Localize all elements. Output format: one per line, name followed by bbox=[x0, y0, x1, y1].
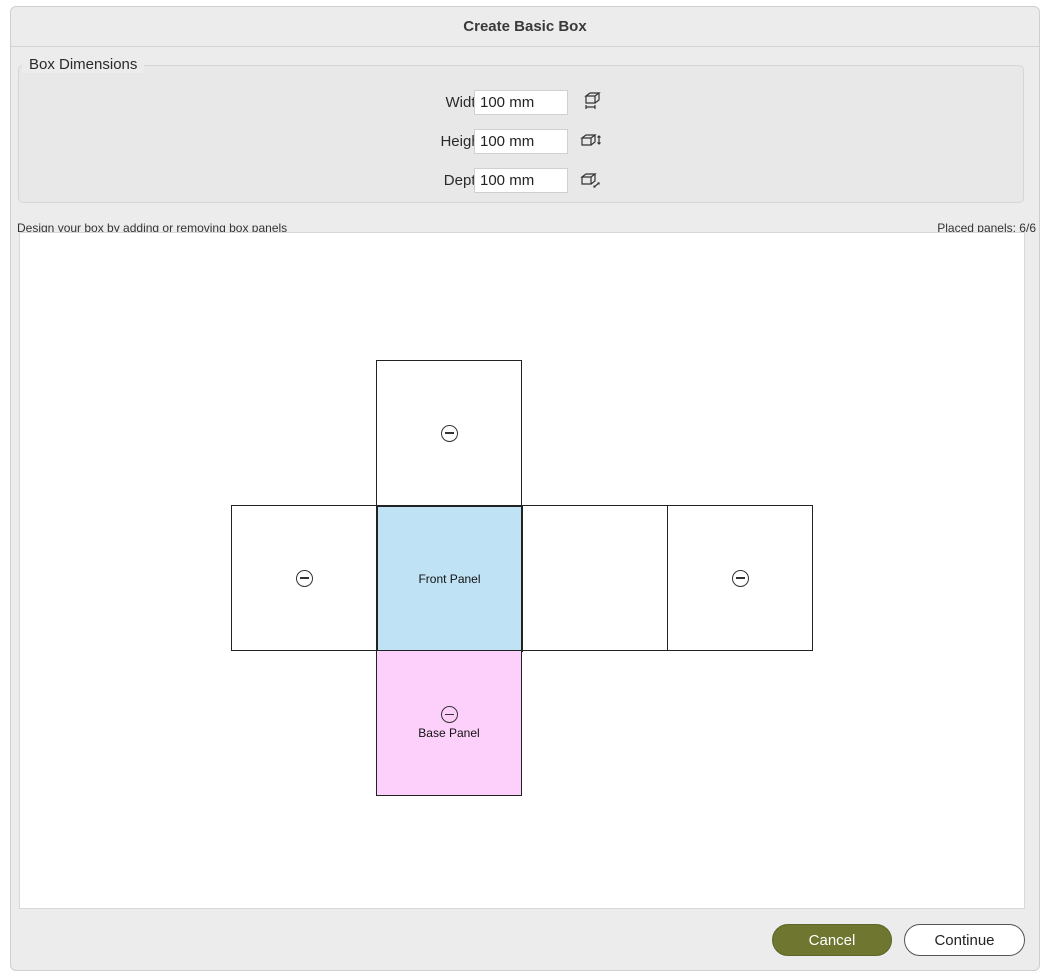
top-panel[interactable] bbox=[376, 360, 522, 506]
remove-panel-icon[interactable] bbox=[440, 706, 458, 723]
remove-panel-icon[interactable] bbox=[731, 569, 749, 587]
front-panel[interactable]: Front Panel bbox=[376, 505, 523, 652]
box-depth-icon[interactable] bbox=[580, 170, 602, 190]
box-width-icon[interactable] bbox=[580, 92, 602, 112]
width-row: Width: bbox=[0, 89, 1050, 115]
box-design-canvas[interactable]: Front Panel Base Panel bbox=[19, 232, 1025, 909]
continue-button[interactable]: Continue bbox=[904, 924, 1025, 956]
width-input[interactable] bbox=[474, 89, 568, 115]
dialog-title: Create Basic Box bbox=[463, 18, 587, 35]
width-label: Width: bbox=[445, 93, 488, 111]
front-panel-label: Front Panel bbox=[418, 571, 481, 586]
title-bar: Create Basic Box bbox=[11, 7, 1039, 47]
depth-row: Depth: bbox=[0, 167, 1050, 193]
height-label: Height: bbox=[440, 132, 488, 150]
right-panel[interactable] bbox=[522, 505, 668, 651]
remove-panel-icon[interactable] bbox=[440, 424, 458, 442]
remove-panel-icon[interactable] bbox=[295, 569, 313, 587]
left-panel[interactable] bbox=[231, 505, 377, 651]
height-input[interactable] bbox=[474, 128, 568, 154]
cancel-button[interactable]: Cancel bbox=[772, 924, 892, 956]
box-height-icon[interactable] bbox=[580, 131, 602, 151]
base-panel-label: Base Panel bbox=[418, 726, 480, 740]
height-row: Height: bbox=[0, 128, 1050, 154]
back-panel[interactable] bbox=[667, 505, 813, 651]
base-panel[interactable]: Base Panel bbox=[376, 650, 522, 796]
depth-label: Depth: bbox=[443, 171, 488, 189]
depth-input[interactable] bbox=[474, 167, 568, 193]
box-dimensions-legend: Box Dimensions bbox=[22, 56, 145, 73]
